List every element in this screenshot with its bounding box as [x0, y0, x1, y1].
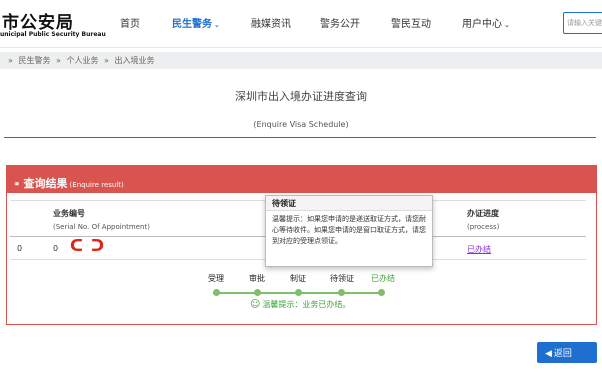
nav-home[interactable]: 首页	[120, 15, 140, 30]
page-title: 深圳市出入境办证进度查询	[235, 90, 367, 103]
nav-media-news[interactable]: 融媒资讯	[251, 15, 291, 30]
nav-livelihood-police[interactable]: 民生警务 ⌄	[172, 15, 220, 30]
nav-livelihood-police-label: 民生警务	[172, 19, 212, 30]
progress-dot	[213, 289, 220, 296]
breadcrumb: » 民生警务 » 个人业务 » 出入境业务	[0, 52, 602, 69]
breadcrumb-separator: »	[8, 56, 13, 65]
breadcrumb-immigration[interactable]: 出入境业务	[114, 56, 154, 65]
redaction-scribble: ᑕᑐ	[70, 236, 113, 255]
smile-icon: ☺	[250, 299, 261, 310]
back-button-label: 返回	[553, 349, 572, 359]
status-note-text: 温馨提示：业务已办结。	[262, 300, 351, 309]
search-input[interactable]: 请输入关键词	[563, 12, 602, 34]
table-row-serial: 0	[53, 244, 59, 253]
nav-police-interaction[interactable]: 警民互动	[391, 15, 431, 30]
table-row-index: 0	[17, 244, 23, 253]
column-header-progress: 办证进度	[467, 209, 499, 218]
progress-dot	[254, 289, 261, 296]
step-accepted: 受理	[208, 274, 224, 283]
site-logo-subtitle: unicipal Public Security Bureau	[0, 31, 106, 38]
nav-police-affairs[interactable]: 警务公开	[320, 15, 360, 30]
nav-user-center-label: 用户中心	[462, 19, 502, 30]
nav-user-center[interactable]: 用户中心 ⌄	[462, 15, 510, 30]
result-panel-header: ⚭ 查询结果 (Enquire result)	[7, 166, 596, 193]
step-production: 制证	[290, 274, 306, 283]
progress-dot	[295, 289, 302, 296]
left-arrow-icon: ◀	[545, 349, 552, 359]
result-panel-title-en: (Enquire result)	[69, 181, 124, 189]
step-completed: 已办结	[371, 274, 395, 283]
table-row-progress-link[interactable]: 已办结	[467, 244, 491, 255]
back-button[interactable]: ◀ 返回	[537, 342, 597, 363]
chevron-down-icon: ⌄	[214, 21, 220, 29]
breadcrumb-personal[interactable]: 个人业务	[66, 56, 98, 65]
breadcrumb-livelihood[interactable]: 民生警务	[18, 56, 50, 65]
tooltip-body: 温馨提示：如果您申请的是递送取证方式，请您耐心等待收件。如果您申请的是窗口取证方…	[272, 215, 426, 245]
step-approval: 审批	[249, 274, 265, 283]
result-panel-title: 查询结果	[23, 177, 68, 190]
site-header: 市公安局 unicipal Public Security Bureau 首页 …	[0, 0, 602, 48]
status-note: ☺ 温馨提示：业务已办结。	[250, 299, 350, 310]
site-logo[interactable]: 市公安局	[2, 8, 74, 33]
page-subtitle: (Enquire Visa Schedule)	[253, 120, 349, 129]
step-tooltip: 待领证 温馨提示：如果您申请的是递送取证方式，请您耐心等待收件。如果您申请的是窗…	[265, 195, 433, 267]
tooltip-title: 待领证	[266, 196, 432, 211]
step-awaiting-collection[interactable]: 待领证	[330, 273, 354, 284]
column-header-progress-en: (process)	[467, 223, 500, 231]
progress-dot	[378, 289, 385, 296]
chevron-down-icon: ⌄	[504, 21, 510, 29]
progress-dot	[338, 289, 345, 296]
column-header-serial: 业务编号	[53, 209, 85, 218]
breadcrumb-separator: »	[56, 56, 61, 65]
title-divider	[4, 137, 596, 138]
share-alt-icon: ⚭	[13, 180, 21, 190]
column-header-serial-en: (Serial No. Of Appointment)	[53, 223, 150, 231]
breadcrumb-separator: »	[104, 56, 109, 65]
